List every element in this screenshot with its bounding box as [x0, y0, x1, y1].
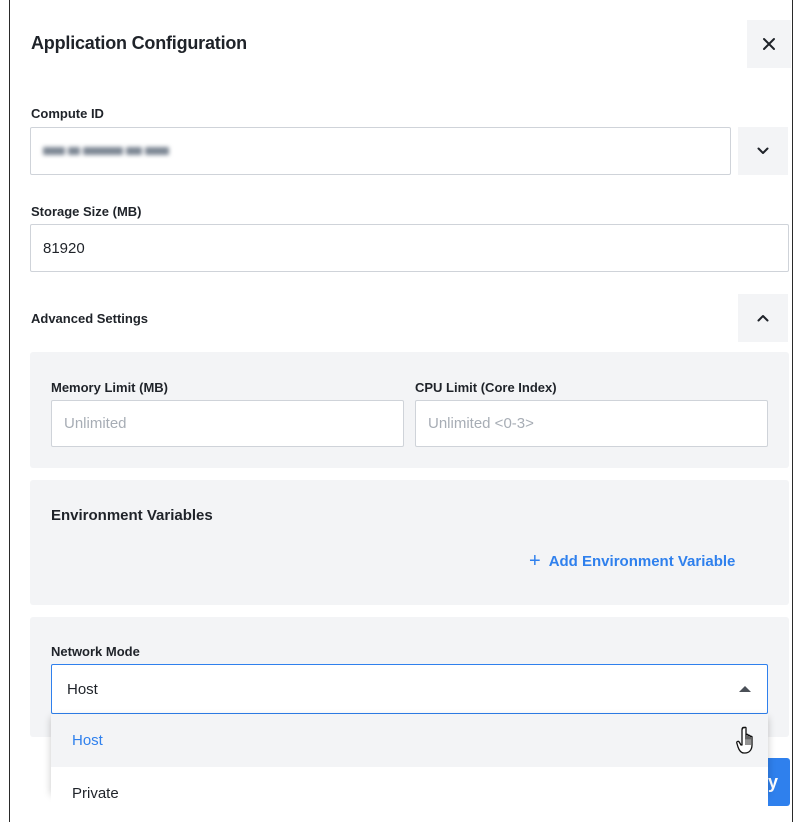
hand-pointer-cursor-icon	[736, 726, 753, 754]
network-mode-label: Network Mode	[51, 644, 140, 659]
cpu-limit-label: CPU Limit (Core Index)	[415, 380, 557, 395]
add-environment-variable-label: Add Environment Variable	[548, 552, 736, 570]
window-border-left	[9, 0, 10, 822]
network-option-host[interactable]: Host	[51, 714, 768, 767]
dialog-title: Application Configuration	[31, 33, 247, 53]
close-button[interactable]	[747, 20, 791, 68]
advanced-settings-toggle[interactable]	[738, 294, 788, 342]
memory-limit-input[interactable]: Unlimited	[51, 400, 404, 447]
environment-variables-panel	[30, 480, 789, 605]
caret-up-icon	[739, 686, 751, 692]
network-mode-select[interactable]: Host	[51, 664, 768, 714]
compute-id-label: Compute ID	[31, 106, 104, 121]
advanced-settings-label: Advanced Settings	[31, 311, 149, 326]
memory-limit-label: Memory Limit (MB)	[51, 380, 168, 395]
cpu-limit-input[interactable]: Unlimited <0-3>	[415, 400, 768, 447]
close-icon	[763, 38, 775, 50]
primary-action-label-partial: y	[767, 771, 778, 792]
network-mode-value: Host	[67, 680, 98, 698]
chevron-up-icon	[757, 315, 769, 322]
environment-variables-title: Environment Variables	[51, 507, 213, 524]
network-option-private[interactable]: Private	[51, 767, 768, 819]
compute-id-field[interactable]	[30, 127, 731, 175]
plus-icon: +	[529, 550, 541, 572]
network-mode-dropdown: Host Private	[51, 714, 768, 819]
add-environment-variable-button[interactable]: + Add Environment Variable	[529, 551, 735, 571]
storage-size-label: Storage Size (MB)	[31, 204, 142, 219]
storage-size-input[interactable]: 81920	[30, 224, 789, 272]
chevron-down-icon	[757, 147, 769, 154]
compute-id-value-redacted	[43, 147, 169, 155]
compute-id-dropdown-button[interactable]	[738, 127, 788, 175]
window-border-right	[792, 0, 793, 822]
